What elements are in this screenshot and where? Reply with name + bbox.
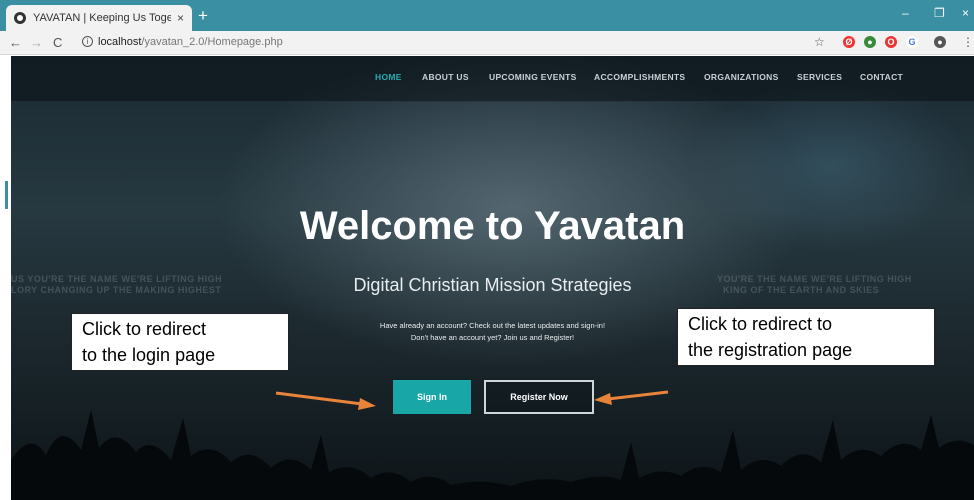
screenshot-frame: YAVATAN | Keeping Us Together × + – ❐ × … — [0, 0, 974, 500]
arrow-head-register — [594, 393, 612, 405]
arrow-to-register — [607, 390, 669, 401]
arrow-to-sign-in — [275, 391, 363, 406]
annotation-arrows — [275, 390, 669, 410]
arrow-head-sign-in — [358, 398, 376, 410]
